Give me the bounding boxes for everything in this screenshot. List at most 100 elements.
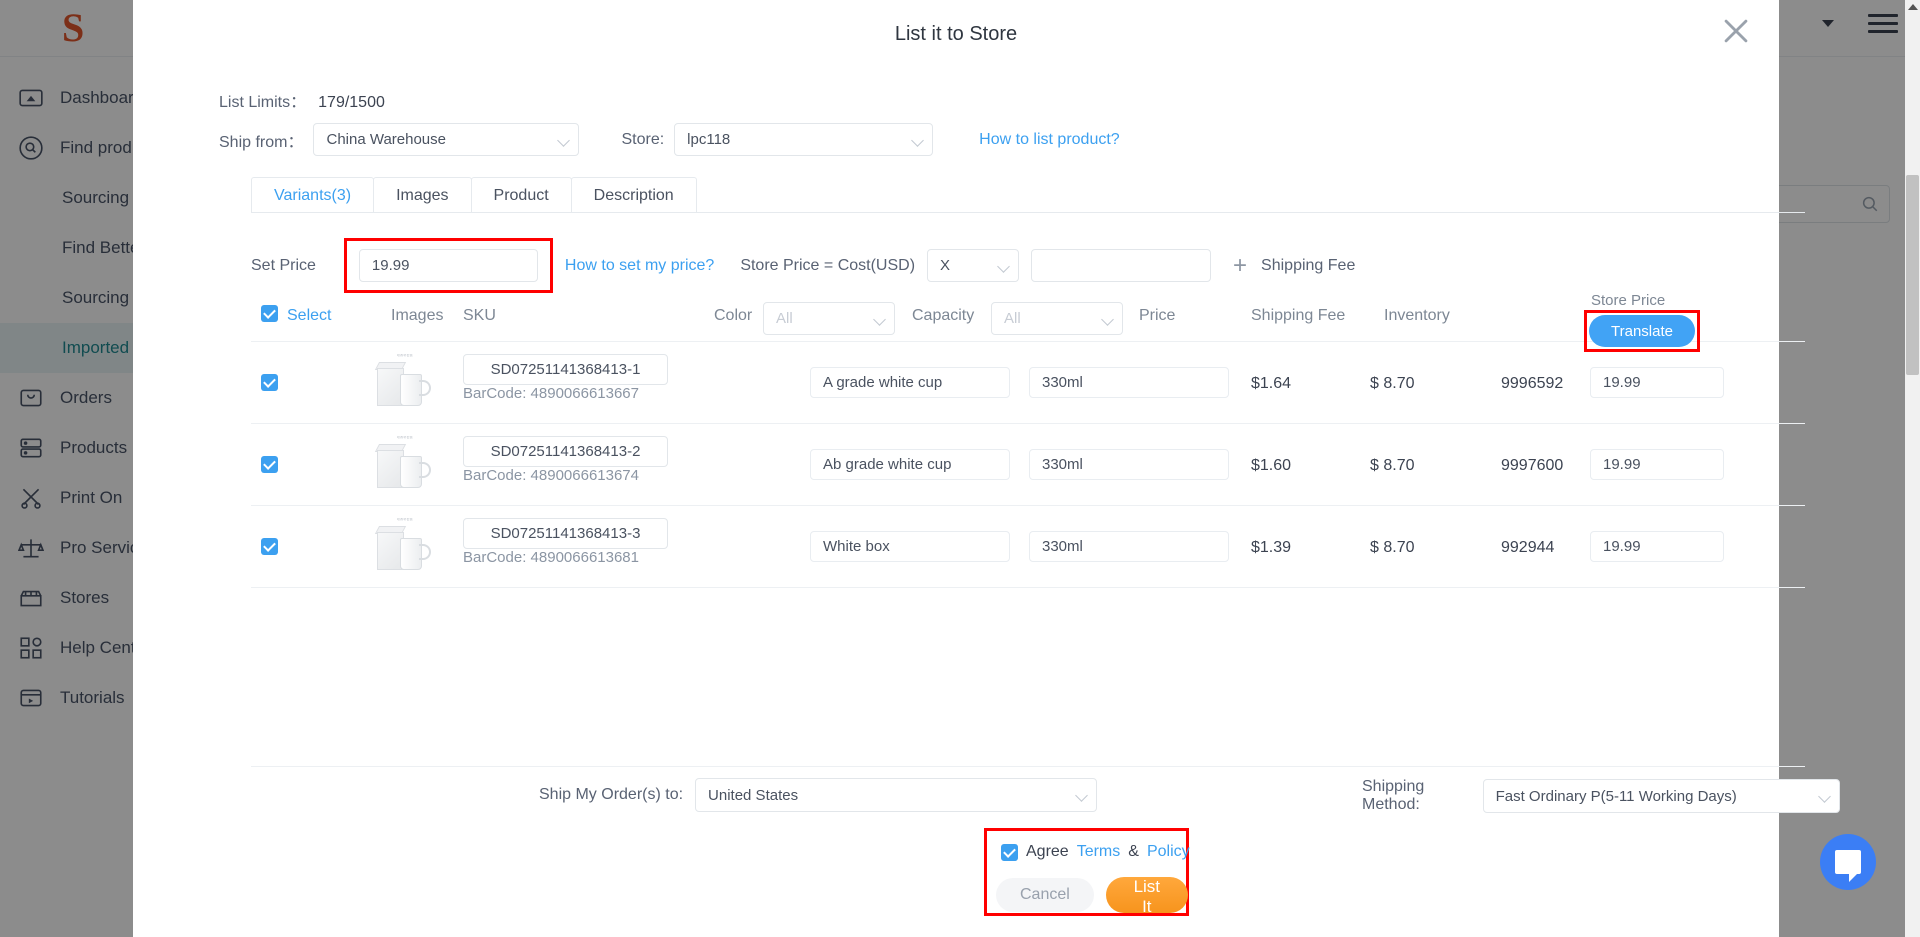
- set-price-highlight: 19.99: [343, 238, 553, 293]
- col-images-label: Images: [391, 307, 444, 324]
- tab-images[interactable]: Images: [373, 177, 472, 213]
- thumb-caption: 喷香杯套装: [396, 518, 413, 521]
- ship-to-select[interactable]: United States: [695, 778, 1098, 812]
- price-multiplier-input[interactable]: [1031, 249, 1212, 282]
- color-filter-value: All: [776, 310, 793, 327]
- capacity-input[interactable]: 330ml: [1029, 531, 1229, 562]
- store-price-cell: 19.99: [1590, 367, 1724, 398]
- list-to-store-modal: List it to Store List Limits： 179/1500 Sh…: [133, 0, 1841, 937]
- select-all-label: Select: [287, 307, 332, 324]
- select-all-checkbox[interactable]: [261, 305, 278, 327]
- shipping-method-value: Fast Ordinary P(5-11 Working Days): [1495, 787, 1737, 805]
- store-value: lpc118: [687, 131, 731, 148]
- row-checkbox[interactable]: [261, 538, 278, 560]
- shipping-fee-formula-label: Shipping Fee: [1261, 256, 1356, 274]
- sku-cell: SD07251141368413-3 BarCode: 489006661368…: [463, 518, 668, 567]
- table-row: 喷香杯套装 SD07251141368413-2 BarCode: 489006…: [251, 424, 1805, 506]
- col-shipping-fee-label: Shipping Fee: [1251, 307, 1346, 324]
- chevron-down-icon: [557, 134, 571, 147]
- list-limits-label: List Limits：: [219, 94, 307, 111]
- terms-link[interactable]: Terms: [1077, 843, 1121, 861]
- list-limits: List Limits： 179/1500: [219, 88, 385, 112]
- shipping-fee-value: $ 8.70: [1370, 375, 1415, 392]
- color-filter-select[interactable]: All: [763, 302, 895, 335]
- barcode-text: BarCode: 4890066613667: [463, 385, 639, 402]
- sku-input[interactable]: SD07251141368413-3: [463, 518, 668, 549]
- policy-link[interactable]: Policy: [1147, 843, 1190, 861]
- scrollbar-thumb[interactable]: [1906, 175, 1919, 375]
- agree-checkbox[interactable]: [1001, 843, 1018, 861]
- store-price-cell: 19.99: [1590, 449, 1724, 480]
- shipping-fee-value: $ 8.70: [1370, 457, 1415, 474]
- barcode-text: BarCode: 4890066613681: [463, 549, 639, 566]
- capacity-filter-select[interactable]: All: [991, 302, 1123, 335]
- capacity-cell: 330ml: [1029, 367, 1229, 398]
- how-to-list-link[interactable]: How to list product?: [979, 131, 1120, 149]
- set-price-input[interactable]: 19.99: [358, 249, 538, 282]
- ship-from-value: China Warehouse: [326, 131, 446, 148]
- shipping-fee-value: $ 8.70: [1370, 539, 1415, 556]
- thumb-caption: 喷香杯套装: [396, 354, 413, 357]
- tab-product[interactable]: Product: [470, 177, 572, 213]
- sku-cell: SD07251141368413-2 BarCode: 489006661367…: [463, 436, 668, 485]
- app-root: S Dashboard Find product Sourcing Find B…: [0, 0, 1920, 937]
- price-operator-select[interactable]: X: [927, 249, 1020, 282]
- capacity-cell: 330ml: [1029, 449, 1229, 480]
- product-thumbnail[interactable]: 喷香杯套装: [373, 352, 435, 414]
- tab-variants[interactable]: Variants(3): [251, 177, 375, 213]
- color-input[interactable]: Ab grade white cup: [810, 449, 1010, 480]
- shipping-method-select[interactable]: Fast Ordinary P(5-11 Working Days): [1482, 779, 1841, 813]
- capacity-cell: 330ml: [1029, 531, 1229, 562]
- variants-table-header: Select Images SKU Color All Capacity All…: [251, 292, 1805, 352]
- chat-widget-button[interactable]: [1820, 834, 1876, 890]
- capacity-filter-value: All: [1004, 310, 1021, 327]
- scroll-up-arrow-icon[interactable]: [1908, 4, 1918, 10]
- barcode-text: BarCode: 4890066613674: [463, 467, 639, 484]
- ship-from-select[interactable]: China Warehouse: [313, 123, 580, 156]
- inventory-value: 9996592: [1501, 375, 1564, 392]
- store-price-cell: 19.99: [1590, 531, 1724, 562]
- table-row: 喷香杯套装 SD07251141368413-1 BarCode: 489006…: [251, 342, 1805, 424]
- table-row: 喷香杯套装 SD07251141368413-3 BarCode: 489006…: [251, 506, 1805, 588]
- price-value: $1.60: [1251, 457, 1292, 474]
- store-select[interactable]: lpc118: [674, 123, 934, 156]
- sku-input[interactable]: SD07251141368413-1: [463, 354, 668, 385]
- close-icon[interactable]: [1719, 14, 1753, 48]
- list-it-now-button[interactable]: List It Now: [1105, 877, 1188, 936]
- thumb-caption: 喷香杯套装: [396, 436, 413, 439]
- footer-divider: [251, 766, 1805, 767]
- cancel-button[interactable]: Cancel: [996, 878, 1094, 912]
- col-capacity-label: Capacity: [912, 307, 975, 324]
- chevron-down-icon: [1818, 790, 1832, 803]
- shipping-method-row: Shipping Method: Fast Ordinary P(5-11 Wo…: [1362, 778, 1841, 814]
- ship-to-row: Ship My Order(s) to: United States: [539, 778, 1098, 812]
- color-cell: Ab grade white cup: [810, 449, 1010, 480]
- how-to-set-price-link[interactable]: How to set my price?: [565, 257, 714, 275]
- chevron-down-icon: [1101, 313, 1114, 326]
- capacity-input[interactable]: 330ml: [1029, 449, 1229, 480]
- capacity-input[interactable]: 330ml: [1029, 367, 1229, 398]
- price-operator-value: X: [940, 257, 951, 274]
- page-scrollbar[interactable]: [1905, 0, 1920, 937]
- col-store-price-label: Store Price: [1591, 292, 1666, 309]
- row-checkbox[interactable]: [261, 374, 278, 396]
- tab-description[interactable]: Description: [570, 177, 697, 213]
- product-thumbnail[interactable]: 喷香杯套装: [373, 434, 435, 496]
- store-price-input[interactable]: 19.99: [1590, 531, 1724, 562]
- tab-underline: [251, 212, 1805, 213]
- store-price-formula-label: Store Price = Cost(USD): [740, 256, 916, 274]
- price-value: $1.39: [1251, 539, 1292, 556]
- row-checkbox[interactable]: [261, 456, 278, 478]
- col-inventory-label: Inventory: [1384, 307, 1450, 324]
- store-price-input[interactable]: 19.99: [1590, 449, 1724, 480]
- product-thumbnail[interactable]: 喷香杯套装: [373, 516, 435, 578]
- color-cell: White box: [810, 531, 1010, 562]
- store-label: Store:: [621, 130, 665, 148]
- color-input[interactable]: A grade white cup: [810, 367, 1010, 398]
- sku-input[interactable]: SD07251141368413-2: [463, 436, 668, 467]
- store-price-input[interactable]: 19.99: [1590, 367, 1724, 398]
- chevron-down-icon: [997, 260, 1010, 273]
- agree-label: Agree: [1026, 843, 1069, 860]
- color-input[interactable]: White box: [810, 531, 1010, 562]
- shipping-method-label: Shipping Method:: [1362, 778, 1425, 813]
